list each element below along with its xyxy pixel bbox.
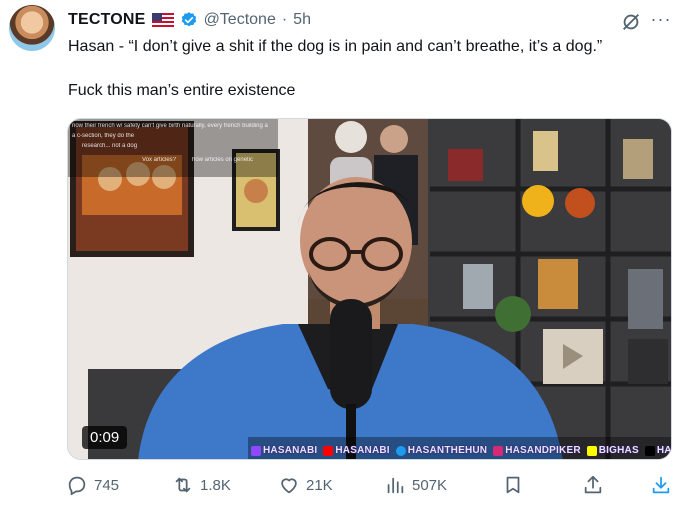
video-timestamp: 0:09: [82, 426, 128, 449]
verified-badge-icon: [181, 12, 196, 27]
share-button[interactable]: [582, 474, 604, 496]
video-frame: [68, 119, 671, 459]
share-icon: [584, 475, 602, 494]
chat-overlay-line: how articles on genetic: [192, 157, 254, 163]
chat-overlay-line: Vox articles?: [142, 157, 177, 163]
grok-icon[interactable]: [620, 11, 642, 33]
like-count: 21K: [306, 476, 333, 494]
tiktok-icon: [644, 445, 655, 456]
tweet-line-1: Hasan - “I don’t give a shit if the dog …: [68, 38, 603, 55]
tweet-text: Hasan - “I don’t give a shit if the dog …: [68, 36, 678, 102]
bookmark-icon: [506, 476, 520, 494]
like-button[interactable]: 21K: [278, 474, 333, 496]
views-icon: [387, 477, 404, 494]
repost-icon: [175, 477, 191, 493]
more-options-icon[interactable]: ···: [650, 10, 672, 32]
heart-icon: [281, 478, 297, 494]
youtube-icon: [323, 445, 334, 456]
repost-button[interactable]: 1.8K: [172, 474, 231, 496]
twitch-icon: [251, 445, 261, 456]
social-snapchat: BIGHAS: [586, 445, 639, 456]
us-flag-icon: [151, 13, 174, 27]
social-youtube: HASANABI: [323, 445, 390, 456]
author-handle[interactable]: @Tectone: [204, 11, 276, 29]
separator-dot: ·: [281, 11, 288, 28]
views-button[interactable]: 507K: [384, 474, 447, 496]
post-time[interactable]: 5h: [293, 11, 311, 29]
repost-count: 1.8K: [200, 476, 231, 494]
bookmark-button[interactable]: [502, 474, 524, 496]
snapchat-icon: [586, 445, 597, 456]
social-instagram: HASANDPIKER: [493, 445, 581, 456]
reply-count: 745: [94, 476, 120, 494]
chat-overlay-line: research... not a dog: [82, 143, 138, 149]
instagram-icon: [493, 445, 504, 456]
chat-overlay-line: now their french w/ safety can't give bi…: [72, 123, 268, 129]
tweet-line-2: Fuck this man’s entire existence: [68, 82, 296, 99]
reply-button[interactable]: 745: [66, 474, 119, 496]
chat-overlay-line: a c-section, they do the: [72, 133, 135, 139]
avatar[interactable]: [9, 5, 55, 51]
stream-socials-bar: HASANABI HASANABI HASANTHEHUN HASANDPIKE…: [251, 445, 671, 456]
author-name[interactable]: TECTONE: [68, 11, 146, 29]
tweet-actions: 745 1.8K 21K 507K: [66, 474, 676, 500]
views-count: 507K: [412, 476, 448, 494]
social-twitter: HASANTHEHUN: [395, 445, 487, 456]
download-button[interactable]: [650, 474, 672, 496]
tweet-header: TECTONE @Tectone · 5h: [68, 9, 311, 31]
social-twitch: HASANABI: [251, 445, 317, 456]
reply-icon: [68, 476, 86, 496]
download-icon: [652, 476, 670, 494]
twitter-icon: [395, 445, 406, 456]
social-tiktok: HASANDPIKER: [644, 445, 671, 456]
video-player[interactable]: now their french w/ safety can't give bi…: [67, 118, 672, 460]
